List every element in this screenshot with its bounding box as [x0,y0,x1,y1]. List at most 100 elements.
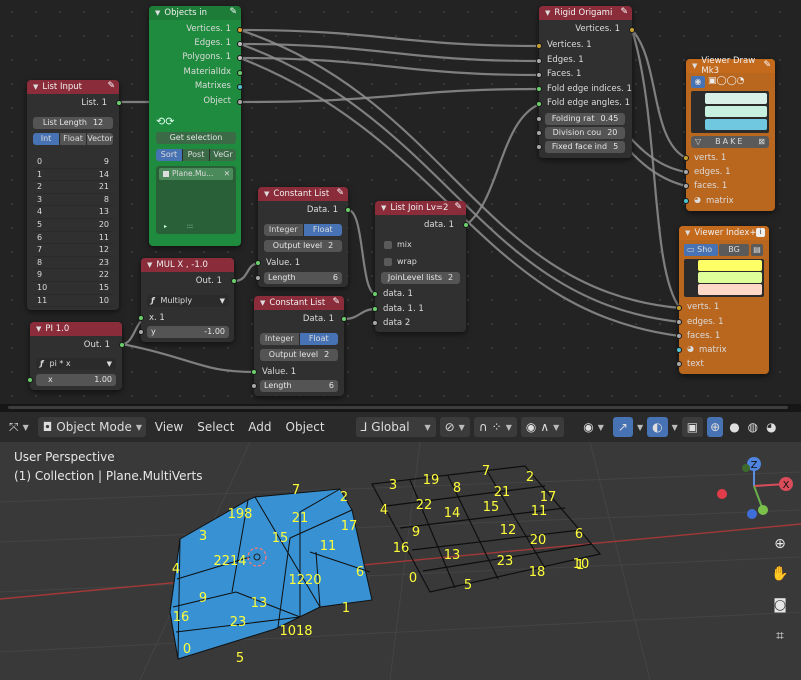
socket[interactable] [251,383,257,389]
rendered-shading[interactable]: ◕ [764,417,778,437]
join-level-field[interactable]: JoinLevel lists 2 [381,272,460,284]
socket[interactable] [683,198,689,204]
socket[interactable] [536,144,542,150]
wrap-checkbox[interactable]: wrap [384,257,417,266]
socket[interactable] [237,55,243,61]
socket[interactable] [255,275,261,281]
node-header[interactable]: ▼ MUL X , -1.0 [141,258,234,272]
row-value[interactable]: 13 [63,206,113,218]
pivot-dropdown[interactable]: ⊘ ▼ [439,417,470,437]
collapse-icon[interactable]: ▼ [155,9,160,17]
socket[interactable] [536,72,542,78]
vegr-button[interactable]: VeGr [210,149,236,161]
row-value[interactable]: 20 [63,219,113,231]
show-tab[interactable]: ▭ Sho [684,244,718,256]
get-selection-button[interactable]: Get selection [156,132,236,144]
table-row[interactable]: 09 [33,156,113,169]
socket[interactable] [237,41,243,47]
list-values-table[interactable]: 0 9 1 14 2 21 3 8 4 13 5 20 6 11 7 12 8 23 9 22 10 15 11 10 [33,156,113,308]
socket[interactable] [676,319,682,325]
node-header[interactable]: ▼ List Input ✎ [27,80,119,94]
table-row[interactable]: 1 14 [33,169,113,182]
socket[interactable] [463,222,469,228]
collapse-icon[interactable]: ▼ [692,62,697,70]
socket[interactable] [119,342,125,348]
xray-toggle[interactable]: ▣ [681,417,704,437]
wrench-icon[interactable]: ✎ [107,81,115,91]
node-header[interactable]: ▼ Objects in ✎ [149,6,241,20]
select-menu[interactable]: Select [192,417,239,437]
object-menu[interactable]: Object [281,417,330,437]
socket[interactable] [683,169,689,175]
checkbox[interactable] [384,240,392,249]
socket[interactable] [536,116,542,122]
row-value[interactable]: 22 [63,269,113,281]
float-button[interactable]: Float [303,224,342,236]
row-value[interactable]: 15 [63,282,113,294]
object-list[interactable]: Plane.Mu... ✕ ▸ ::: [156,166,236,234]
wrench-icon[interactable]: ✎ [454,202,462,212]
remove-icon[interactable]: ✕ [224,168,233,180]
mul-node[interactable]: ▼ MUL X , -1.0 Out. 1 ƒ Multiply ▼ x. 1 … [138,258,237,342]
socket[interactable] [237,99,243,105]
object-list-item[interactable]: Plane.Mu... ✕ [159,168,233,180]
node-header[interactable]: ▼ Viewer Draw Mk3 ✎ [686,56,775,76]
snap-increment-icon[interactable]: ⁘ [492,420,502,434]
output-level-field[interactable]: Output level 2 [260,349,338,361]
folding-ratio-field[interactable]: Folding rat 0.45 [545,113,625,125]
socket[interactable] [255,260,261,266]
socket[interactable] [536,130,542,136]
length-field[interactable]: Length 6 [264,272,342,284]
collapse-icon[interactable]: ▼ [685,229,690,237]
y-field[interactable]: y -1.00 [147,326,229,338]
face-color-swatch[interactable] [705,119,767,130]
socket[interactable] [676,305,682,311]
row-value[interactable]: 10 [63,295,113,307]
edge-index-color[interactable] [698,272,762,283]
expression-dropdown[interactable]: ƒ pi * x ▼ [36,358,116,370]
socket[interactable] [341,316,347,322]
table-row[interactable]: 4 13 [33,206,113,219]
wrench-icon[interactable]: ✎ [332,297,340,307]
falloff-icon[interactable]: ∧ [540,420,549,434]
socket[interactable] [676,361,682,367]
view-menu[interactable]: View [150,417,188,437]
checkbox[interactable] [384,257,392,266]
list-length-field[interactable]: List Length 12 [33,117,113,129]
wrench-icon[interactable]: ✎ [229,7,237,17]
row-value[interactable]: 14 [63,169,113,181]
table-row[interactable]: 10 15 [33,282,113,295]
socket[interactable] [237,27,243,33]
row-value[interactable]: 23 [63,257,113,269]
socket[interactable] [116,100,122,106]
socket[interactable] [629,27,635,33]
horizontal-scrollbar[interactable] [8,406,788,409]
bake-button[interactable]: ▽ BAKE ⊠ [691,136,769,148]
collapse-icon[interactable]: ▼ [264,190,269,198]
wrench-icon[interactable]: ✎ [620,7,628,17]
type-buttons[interactable]: Integer Float [260,333,338,345]
table-row[interactable]: 8 23 [33,257,113,270]
sort-button[interactable]: Sort [156,149,183,161]
gizmo-toggle[interactable]: ↗ [612,417,633,437]
type-buttons[interactable]: Integer Float [264,224,342,236]
post-button[interactable]: Post [183,149,210,161]
table-row[interactable]: 38 [33,194,113,207]
pencil-icon[interactable]: ✎ [763,60,771,70]
chevron-down-icon[interactable]: ▼ [637,423,643,432]
socket[interactable] [231,278,237,284]
collapse-icon[interactable]: ▼ [33,83,38,91]
row-value[interactable]: 12 [63,244,113,256]
integer-button[interactable]: Integer [260,333,300,345]
magnet-icon[interactable]: ∩ [479,420,488,434]
save-icon[interactable]: ▤ [751,244,763,256]
socket[interactable] [536,43,542,49]
wireframe-shading[interactable]: ⊕ [707,417,724,437]
socket[interactable] [237,70,243,76]
row-value[interactable]: 11 [63,232,113,244]
viewer-draw-node[interactable]: ▼ Viewer Draw Mk3 ✎ ◉ ▣◯◯◔ ▽ BAKE ⊠ vert… [683,56,775,211]
row-value[interactable]: 9 [63,156,113,168]
proportional-group[interactable]: ◉ ∧ ▼ [520,417,565,437]
row-value[interactable]: 21 [63,181,113,193]
table-row[interactable]: 7 12 [33,244,113,257]
